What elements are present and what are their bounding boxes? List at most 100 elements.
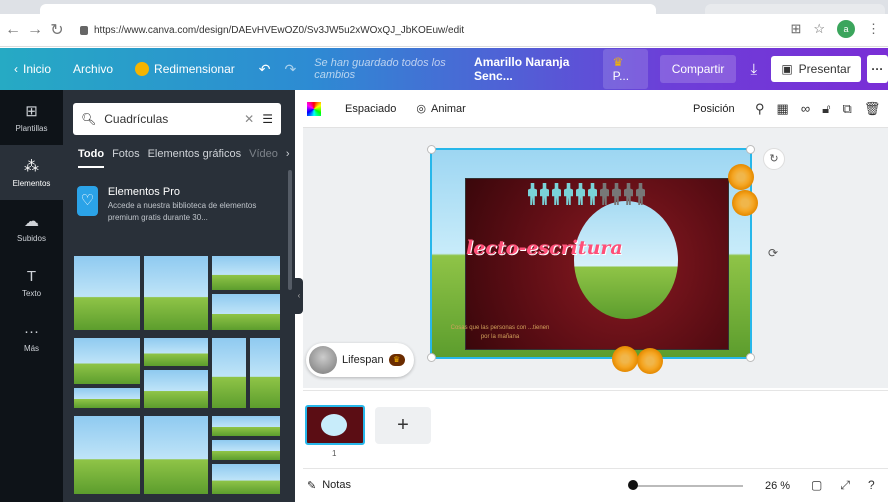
resize-button[interactable]: Redimensionar <box>135 62 235 76</box>
collapse-panel-button[interactable]: ‹ <box>295 278 303 314</box>
grid-tile[interactable] <box>249 337 281 409</box>
resize-handle[interactable] <box>427 145 436 154</box>
pro-button[interactable]: ♛ P... <box>602 49 648 89</box>
add-page-button[interactable]: + <box>375 407 431 444</box>
grid-tile[interactable] <box>73 255 141 331</box>
element-tag-label: Lifespan <box>342 354 384 366</box>
tab-photos[interactable]: Fotos <box>112 148 140 168</box>
grid-tile[interactable] <box>211 293 281 331</box>
grid-tile[interactable] <box>143 415 209 495</box>
people-graphic[interactable] <box>528 183 645 205</box>
element-tag-lifespan[interactable]: Lifespan ♛ <box>306 343 414 377</box>
grid-tile[interactable] <box>143 255 209 331</box>
rail-item-templates[interactable]: ⊞ Plantillas <box>0 90 63 145</box>
chalkboard-frame[interactable]: lecto-escritura Cosas que las personas c… <box>451 178 729 350</box>
design-canvas: lecto-escritura Cosas que las personas c… <box>303 128 888 388</box>
grid-tile[interactable] <box>143 369 209 409</box>
help-icon[interactable]: ? <box>868 478 875 493</box>
flower-graphic[interactable] <box>732 190 758 216</box>
grid-tile[interactable] <box>73 415 141 495</box>
grid-tile[interactable] <box>211 463 281 495</box>
redo-icon[interactable]: ↷ <box>284 61 296 78</box>
grid-tile[interactable] <box>211 415 281 437</box>
zoom-level[interactable]: 26 % <box>765 480 790 492</box>
grid-tile[interactable] <box>143 337 209 367</box>
panel-scrollbar[interactable] <box>288 170 292 290</box>
grid-tile[interactable] <box>211 255 281 291</box>
position-button[interactable]: Posición <box>693 103 735 115</box>
active-tab[interactable] <box>40 4 656 14</box>
more-icon[interactable]: ··· <box>866 55 888 83</box>
pro-description: Accede a nuestra biblioteca de elementos… <box>107 201 257 222</box>
animate-button[interactable]: ◎ Animar <box>416 102 466 116</box>
shapes-icon: ⁂ <box>24 158 39 175</box>
search-input[interactable]: 🔍︎ Cuadrículas ✕ ☰ <box>73 103 281 135</box>
inactive-tab[interactable] <box>705 4 885 14</box>
flower-graphic[interactable] <box>637 348 663 374</box>
paint-format-icon[interactable]: ⚲ <box>755 101 765 117</box>
back-icon[interactable]: ← <box>4 21 22 39</box>
grid-tile[interactable] <box>211 439 281 461</box>
slide-subtitle[interactable]: Cosas que las personas con ...tienen por… <box>450 324 550 342</box>
zoom-slider-knob[interactable] <box>628 480 638 490</box>
trash-icon[interactable]: 🗑︎ <box>864 101 881 117</box>
rail-item-uploads[interactable]: ☁ Subidos <box>0 200 63 255</box>
chevron-right-icon[interactable]: › <box>286 148 290 168</box>
resize-handle[interactable] <box>746 353 755 362</box>
bottom-bar: ✎ Notas 26 % ▢ ⤢ ? <box>303 468 888 502</box>
design-name[interactable]: Amarillo Naranja Senc... <box>474 55 587 83</box>
profile-avatar[interactable]: a <box>837 20 855 38</box>
rail-item-more[interactable]: ··· Más <box>0 310 63 365</box>
transparency-icon[interactable]: ▦ <box>777 101 789 117</box>
page-count-icon[interactable]: ▢ <box>811 478 822 493</box>
slide-page[interactable]: lecto-escritura Cosas que las personas c… <box>427 145 758 374</box>
tab-video[interactable]: Vídeo <box>249 148 278 168</box>
resize-handle[interactable] <box>427 353 436 362</box>
home-button[interactable]: ‹ Inicio <box>14 62 51 76</box>
file-menu-button[interactable]: Archivo <box>73 62 113 76</box>
rail-item-text[interactable]: T Texto <box>0 255 63 310</box>
pro-title: Elementos Pro <box>107 186 180 198</box>
rotate-icon[interactable]: ↻ <box>763 148 785 170</box>
grid-tile[interactable] <box>211 337 247 409</box>
filter-icon[interactable]: ☰ <box>262 112 273 126</box>
rail-item-elements[interactable]: ⁂ Elementos <box>0 145 63 200</box>
page-thumbnail[interactable] <box>305 405 365 445</box>
download-icon[interactable]: ⤓ <box>742 55 765 83</box>
notes-button[interactable]: ✎ Notas <box>307 479 351 492</box>
reload-icon[interactable]: ↻ <box>48 20 66 40</box>
animate-label: Animar <box>430 102 466 115</box>
resize-handle[interactable] <box>746 145 755 154</box>
oval-frame[interactable] <box>574 201 678 319</box>
share-button[interactable]: Compartir <box>659 55 737 83</box>
spacing-button[interactable]: Espaciado <box>345 103 396 115</box>
grid-tile[interactable] <box>73 387 141 409</box>
translate-icon[interactable]: ⊞ <box>790 21 801 37</box>
present-button[interactable]: ▣ Presentar <box>771 56 861 82</box>
color-picker-icon[interactable] <box>307 101 321 116</box>
grid-tile[interactable] <box>73 337 141 385</box>
clear-icon[interactable]: ✕ <box>244 112 254 126</box>
crown-icon <box>135 62 150 76</box>
forward-icon[interactable]: → <box>26 21 44 39</box>
tab-all[interactable]: Todo <box>78 148 105 168</box>
tab-graphics[interactable]: Elementos gráficos <box>148 148 242 168</box>
undo-icon[interactable]: ↶ <box>259 61 271 78</box>
link-icon[interactable]: ∞ <box>801 101 810 117</box>
refresh-icon[interactable]: ⟳ <box>768 246 778 260</box>
present-icon: ▣ <box>781 62 793 76</box>
lock-icon <box>80 25 88 35</box>
pro-elements-promo[interactable]: ♡ Elementos Pro Accede a nuestra bibliote… <box>77 186 282 236</box>
zoom-slider[interactable] <box>633 485 743 487</box>
side-rail: ⊞ Plantillas ⁂ Elementos ☁ Subidos T Texto ·… <box>0 90 63 502</box>
flower-graphic[interactable] <box>728 164 754 190</box>
fullscreen-icon[interactable]: ⤢ <box>840 478 850 493</box>
duplicate-icon[interactable]: ⧉ <box>843 101 852 117</box>
slide-title[interactable]: lecto-escritura <box>466 237 623 259</box>
url-field[interactable]: https://www.canva.com/design/DAEvHVEwOZ0… <box>80 25 464 36</box>
kebab-menu-icon[interactable]: ⋮ <box>867 21 880 37</box>
rail-label: Subidos <box>17 234 46 243</box>
lock-icon[interactable]: 🔓︎ <box>822 101 830 117</box>
flower-graphic[interactable] <box>612 346 638 372</box>
star-icon[interactable]: ☆ <box>813 21 825 37</box>
